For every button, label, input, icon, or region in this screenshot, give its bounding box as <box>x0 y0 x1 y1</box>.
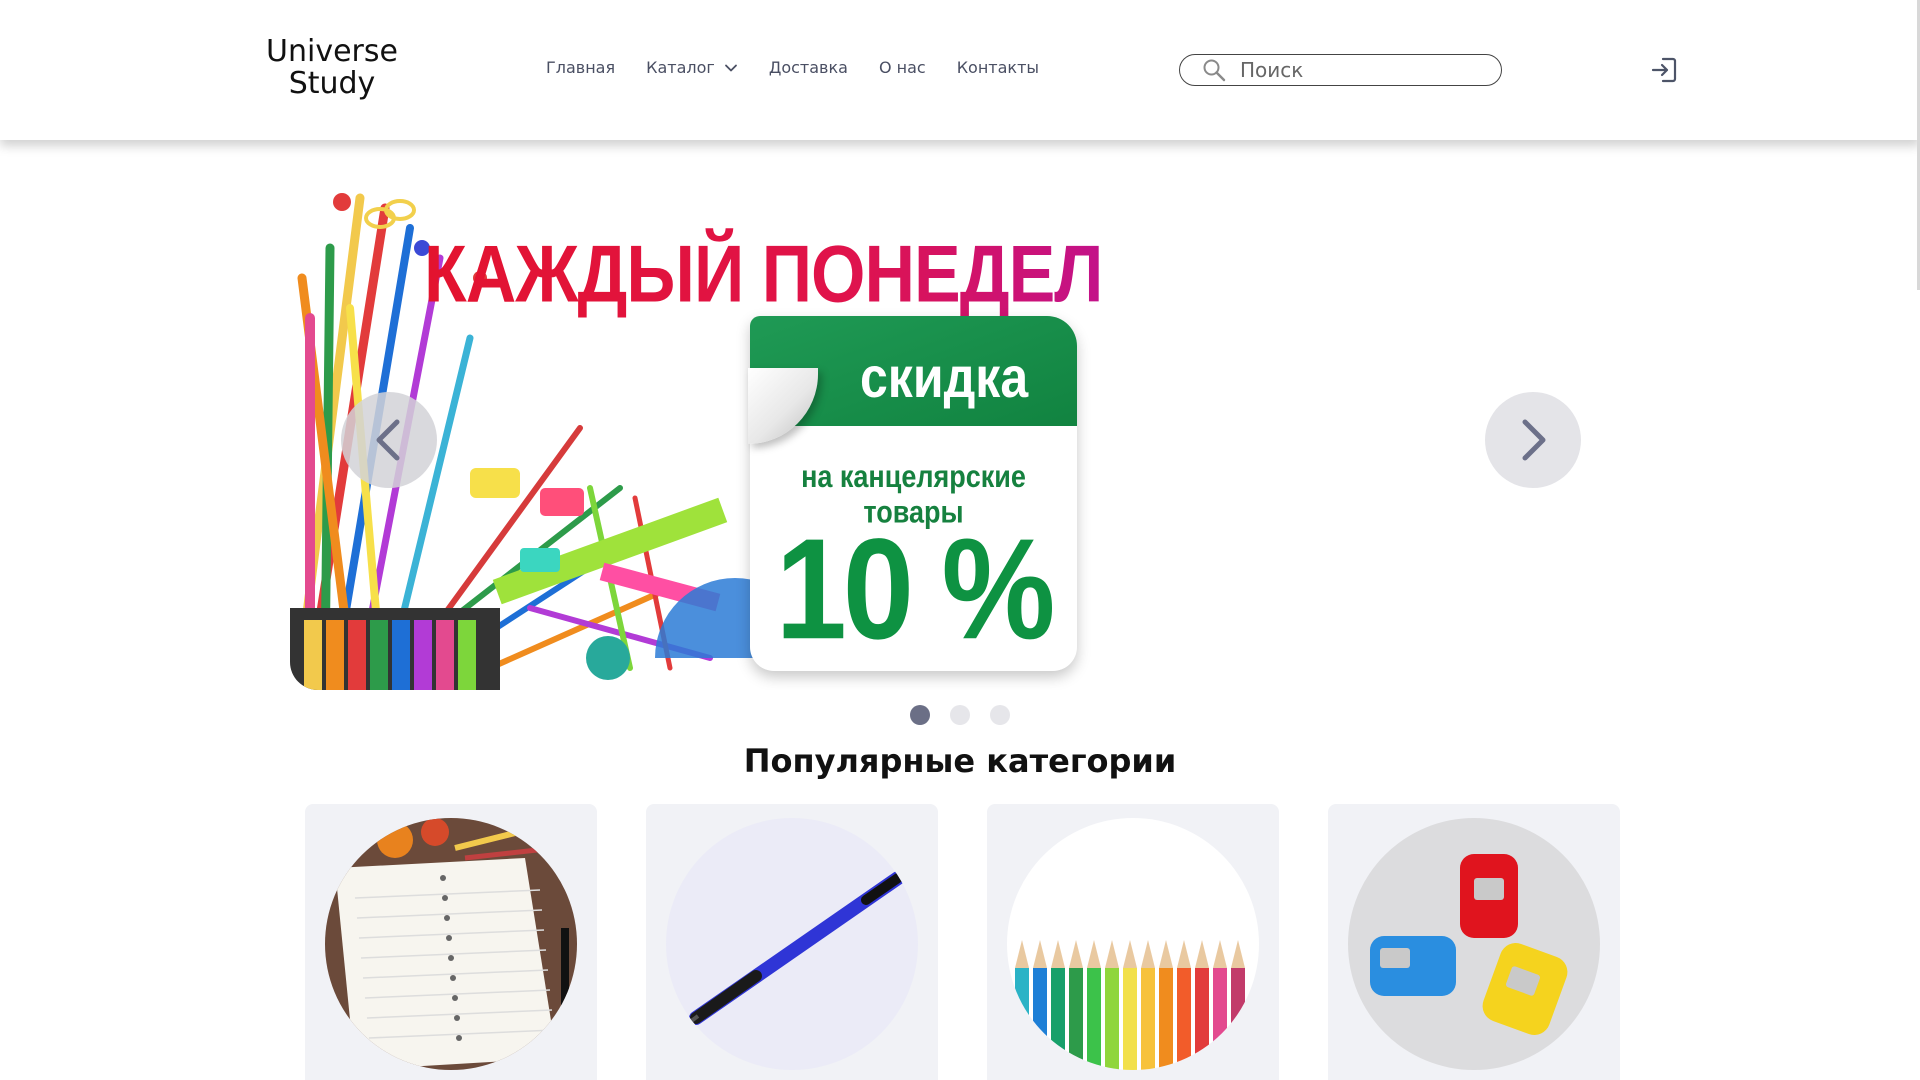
logo[interactable]: Universe Study <box>262 36 402 100</box>
slider-dot-3[interactable] <box>990 705 1010 725</box>
login-icon[interactable] <box>1650 56 1678 84</box>
discount-value: 10 % <box>775 509 1056 670</box>
slider-prev-button[interactable] <box>341 392 437 488</box>
promo-slider: КАЖДЫЙ ПОНЕДЕЛЬНИК скидка на канцелярски… <box>290 188 1590 690</box>
category-card-sharpeners[interactable] <box>1328 804 1620 1080</box>
slider-dot-1[interactable] <box>910 705 930 725</box>
chevron-right-icon <box>1522 419 1546 461</box>
main-nav: Главная Каталог Доставка О нас Контакты <box>546 58 1070 77</box>
colored-pencils-image <box>1007 818 1259 1070</box>
site-header: Universe Study Главная Каталог Доставка … <box>0 0 1920 140</box>
category-card-pens[interactable] <box>646 804 938 1080</box>
category-card-pencils[interactable] <box>987 804 1279 1080</box>
slider-next-button[interactable] <box>1485 392 1581 488</box>
nav-contacts-label: Контакты <box>956 58 1040 77</box>
nav-delivery[interactable]: Доставка <box>769 58 848 77</box>
nav-about-label: О нас <box>878 58 926 77</box>
nav-home-label: Главная <box>546 58 616 77</box>
sticker-curl <box>748 368 818 444</box>
chevron-left-icon <box>376 419 400 461</box>
search-box[interactable] <box>1179 54 1502 86</box>
logo-line-1: Universe <box>266 34 398 69</box>
chevron-down-icon <box>724 64 737 71</box>
nav-about[interactable]: О нас <box>879 58 926 77</box>
banner-headline: КАЖДЫЙ ПОНЕДЕЛЬНИК <box>424 228 1100 320</box>
nav-home[interactable]: Главная <box>546 58 615 77</box>
sticker-title: скидка <box>860 345 1029 410</box>
nav-delivery-label: Доставка <box>768 58 848 77</box>
search-icon[interactable] <box>1202 58 1226 82</box>
discount-sticker: скидка на канцелярские товары 10 % <box>748 316 1077 671</box>
slider-dot-2[interactable] <box>950 705 970 725</box>
logo-line-2: Study <box>288 66 376 101</box>
slider-dots <box>910 705 1010 725</box>
pen-image <box>666 818 918 1070</box>
search-input[interactable] <box>1240 58 1480 82</box>
category-card-notebooks[interactable] <box>305 804 597 1080</box>
nav-catalog[interactable]: Каталог <box>646 58 738 77</box>
nav-catalog-label: Каталог <box>646 58 715 77</box>
sharpeners-image <box>1348 818 1600 1070</box>
section-title: Популярные категории <box>743 742 1177 780</box>
notebook-image <box>325 818 577 1070</box>
nav-contacts[interactable]: Контакты <box>957 58 1039 77</box>
